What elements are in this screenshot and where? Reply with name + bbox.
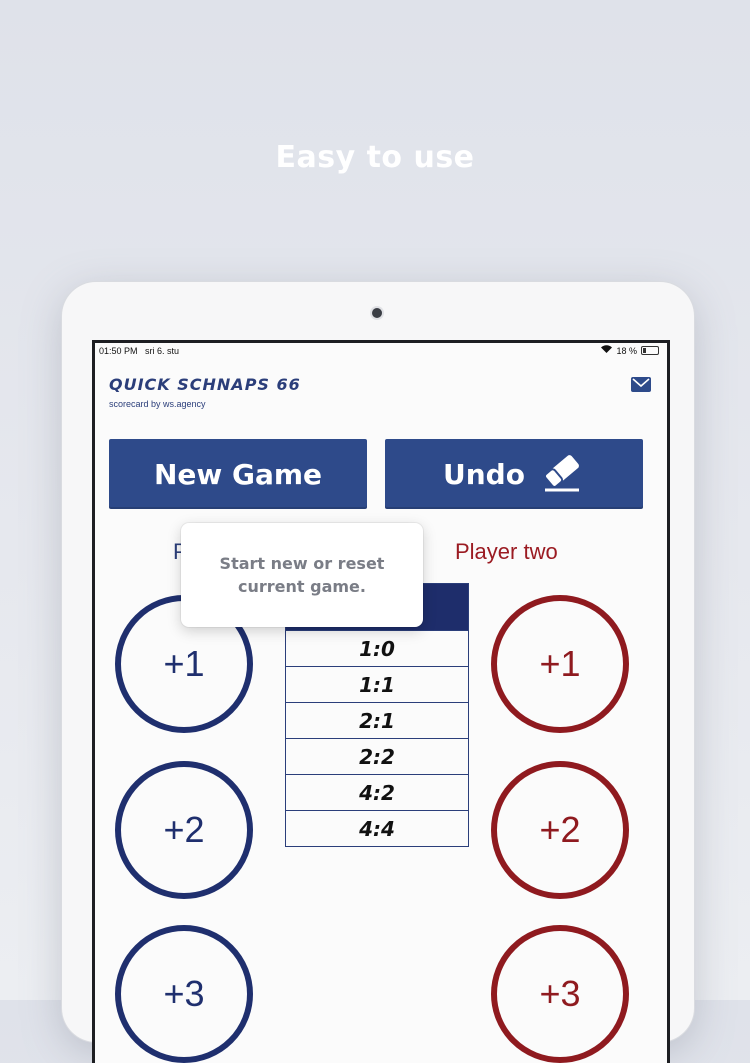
undo-button[interactable]: Undo	[385, 439, 643, 509]
app-screen: 01:50 PM sri 6. stu 18 % QUICK SCHNAPS 6…	[92, 340, 670, 1063]
plus-3-label: +3	[539, 973, 581, 1014]
app-subtitle: scorecard by ws.agency	[109, 399, 206, 409]
tooltip-text: Start new or reset current game.	[219, 553, 385, 596]
plus-1-label: +1	[539, 643, 581, 684]
status-time-date: 01:50 PM sri 6. stu	[99, 346, 179, 356]
new-game-label: New Game	[153, 457, 323, 491]
headline: Easy to use	[275, 140, 475, 175]
player-two-plus-2-button[interactable]: +2	[491, 761, 629, 899]
mail-icon[interactable]	[631, 377, 651, 392]
undo-label: Undo	[443, 457, 525, 491]
wifi-icon	[601, 345, 613, 356]
status-date: sri 6. stu	[145, 346, 180, 356]
battery-label: 18 %	[616, 345, 637, 356]
player-two-plus-3-button[interactable]: +3	[491, 925, 629, 1063]
score-row: 2:2	[286, 738, 468, 774]
score-row: 4:4	[286, 810, 468, 846]
score-row: 1:0	[286, 630, 468, 666]
eraser-icon	[539, 448, 585, 501]
plus-2-label: +2	[163, 809, 205, 850]
player-one-plus-2-button[interactable]: +2	[115, 761, 253, 899]
status-right: 18 %	[601, 345, 659, 356]
app-title: QUICK SCHNAPS 66	[109, 375, 301, 394]
score-row: 2:1	[286, 702, 468, 738]
score-row: 4:2	[286, 774, 468, 810]
player-one-plus-3-button[interactable]: +3	[115, 925, 253, 1063]
plus-2-label: +2	[539, 809, 581, 850]
tooltip: Start new or reset current game.	[181, 523, 423, 627]
player-two-label[interactable]: Player two	[455, 539, 558, 565]
plus-1-label: +1	[163, 643, 205, 684]
ipad-frame: 01:50 PM sri 6. stu 18 % QUICK SCHNAPS 6…	[62, 282, 694, 1063]
battery-icon	[641, 346, 659, 355]
status-bar: 01:50 PM sri 6. stu 18 %	[95, 343, 667, 359]
score-row: 1:1	[286, 666, 468, 702]
player-two-plus-1-button[interactable]: +1	[491, 595, 629, 733]
plus-3-label: +3	[163, 973, 205, 1014]
status-time: 01:50 PM	[99, 346, 138, 356]
camera	[372, 308, 382, 318]
new-game-button[interactable]: New Game	[109, 439, 367, 509]
